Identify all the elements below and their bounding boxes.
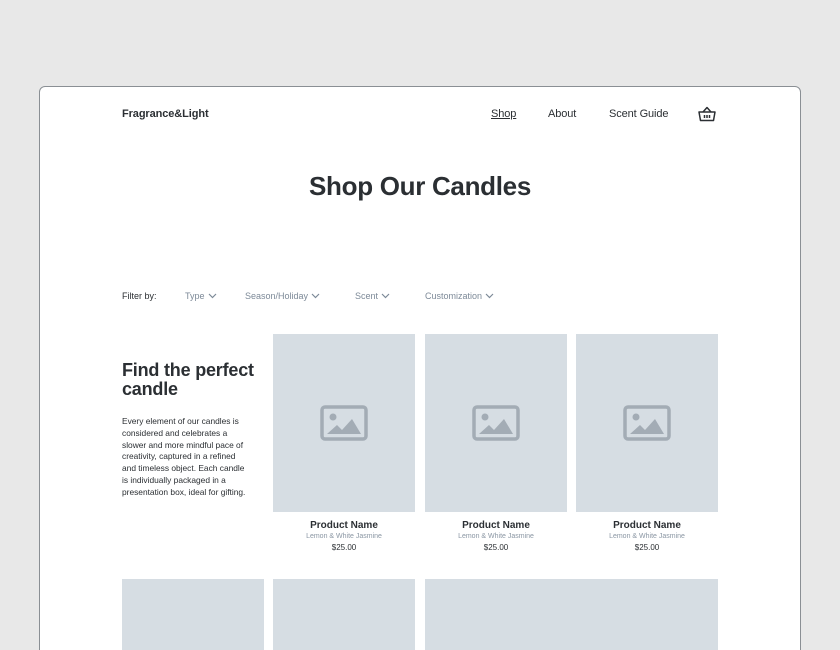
chevron-down-icon	[311, 293, 320, 299]
filter-type[interactable]: Type	[185, 291, 217, 301]
product-scent: Lemon & White Jasmine	[306, 533, 382, 540]
product-name[interactable]: Product Name	[273, 520, 415, 531]
chevron-down-icon	[485, 293, 494, 299]
product-price: $25.00	[331, 543, 357, 552]
featured-image-tile[interactable]	[425, 579, 718, 650]
product-scent: Lemon & White Jasmine	[458, 533, 534, 540]
filter-season-holiday[interactable]: Season/Holiday	[245, 291, 320, 301]
chevron-down-icon	[381, 293, 390, 299]
nav-about[interactable]: About	[548, 108, 576, 120]
filter-type-label: Type	[185, 291, 205, 301]
browser-frame: Fragrance&Light Shop About Scent Guide S…	[39, 86, 801, 650]
product-image[interactable]	[273, 334, 415, 512]
product-name[interactable]: Product Name	[576, 520, 718, 531]
product-name[interactable]: Product Name	[425, 520, 567, 531]
product-scent: Lemon & White Jasmine	[609, 533, 685, 540]
intro-description: Every element of our candles is consider…	[122, 416, 246, 497]
product-image-tile[interactable]	[122, 579, 264, 650]
image-placeholder-icon	[472, 405, 520, 441]
product-card[interactable]: Product Name Lemon & White Jasmine $25.0…	[273, 334, 415, 552]
brand-logo[interactable]: Fragrance&Light	[122, 108, 209, 120]
filter-label: Filter by:	[122, 291, 157, 301]
image-placeholder-icon	[623, 405, 671, 441]
filter-scent[interactable]: Scent	[355, 291, 390, 301]
product-price: $25.00	[634, 543, 660, 552]
chevron-down-icon	[208, 293, 216, 299]
product-card[interactable]: Product Name Lemon & White Jasmine $25.0…	[576, 334, 718, 552]
intro-heading: Find the perfect candle	[122, 360, 254, 399]
page-title: Shop Our Candles	[308, 171, 531, 201]
filter-season-label: Season/Holiday	[245, 291, 309, 301]
filter-customization-label: Customization	[425, 291, 483, 301]
basket-icon[interactable]	[698, 106, 716, 122]
nav-scent-guide[interactable]: Scent Guide	[609, 108, 669, 120]
product-price: $25.00	[483, 543, 509, 552]
product-image[interactable]	[425, 334, 567, 512]
nav-shop[interactable]: Shop	[491, 108, 516, 120]
product-image-tile[interactable]	[273, 579, 415, 650]
product-image[interactable]	[576, 334, 718, 512]
product-card[interactable]: Product Name Lemon & White Jasmine $25.0…	[425, 334, 567, 552]
image-placeholder-icon	[320, 405, 368, 441]
filter-customization[interactable]: Customization	[425, 291, 494, 301]
filter-scent-label: Scent	[355, 291, 379, 301]
